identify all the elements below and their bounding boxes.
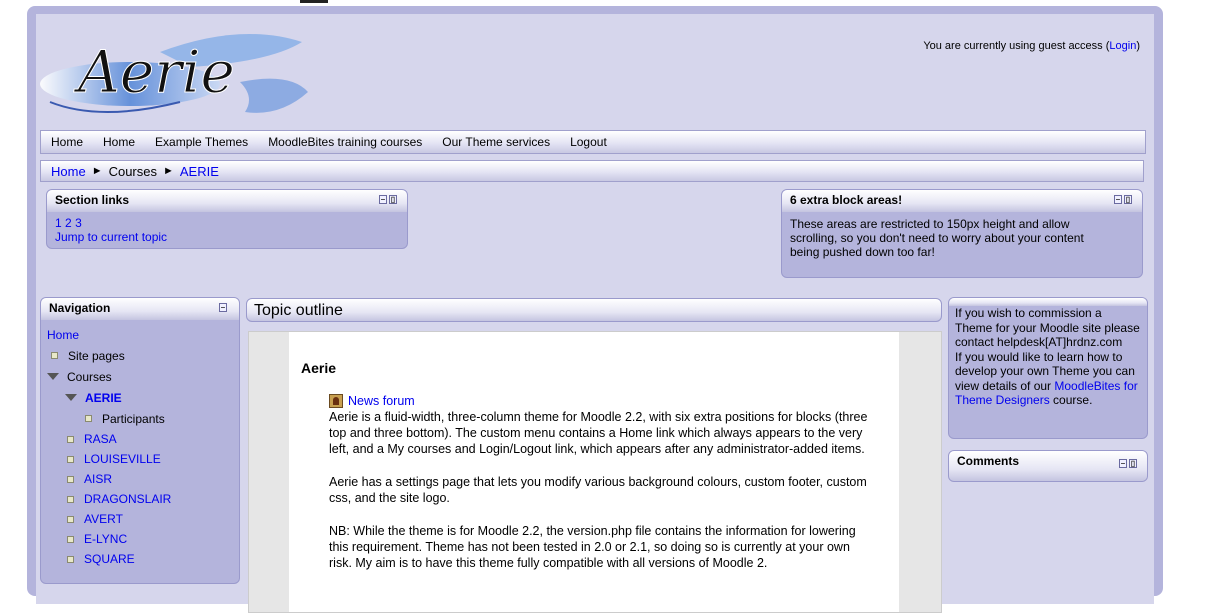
bullet-icon bbox=[67, 555, 74, 563]
nav-course-square[interactable]: SQUARE bbox=[84, 552, 135, 566]
extra-blocks-title: 6 extra block areas! bbox=[790, 193, 903, 207]
minimize-icon[interactable]: – bbox=[219, 303, 227, 312]
breadcrumb-courses[interactable]: Courses bbox=[109, 164, 157, 179]
nav-course-e-lync[interactable]: E-LYNC bbox=[84, 532, 127, 546]
minimize-icon[interactable]: – bbox=[1114, 195, 1122, 204]
menu-item-moodlebites[interactable]: MoodleBites training courses bbox=[258, 135, 432, 149]
nav-course-dragonslair[interactable]: DRAGONSLAIR bbox=[84, 492, 171, 506]
nav-aerie[interactable]: AERIE bbox=[85, 391, 122, 405]
dock-icon[interactable]: ▯ bbox=[1129, 459, 1137, 468]
bullet-icon bbox=[67, 515, 74, 523]
commission-text-1: If you wish to commission a Theme for yo… bbox=[955, 306, 1140, 349]
extra-blocks-text: These areas are restricted to 150px heig… bbox=[790, 217, 1084, 259]
block-controls[interactable]: – ▯ bbox=[379, 195, 397, 205]
minimize-icon[interactable]: – bbox=[1119, 459, 1127, 468]
page-inner: Aerie You are currently using guest acce… bbox=[36, 14, 1154, 613]
top-edge-mark bbox=[300, 0, 328, 3]
navigation-title: Navigation bbox=[49, 301, 111, 315]
section-summary: News forum Aerie is a fluid-width, three… bbox=[329, 393, 869, 588]
commission-header bbox=[949, 298, 1147, 306]
news-forum-activity[interactable]: News forum bbox=[329, 393, 869, 409]
section-links-content: 1 2 3 Jump to current topic bbox=[47, 212, 407, 248]
bullet-icon bbox=[85, 415, 92, 422]
commission-block: If you wish to commission a Theme for yo… bbox=[948, 297, 1148, 439]
bullet-icon bbox=[67, 475, 74, 483]
breadcrumb-separator: ► bbox=[163, 165, 174, 177]
nav-courses[interactable]: Courses bbox=[67, 370, 112, 384]
commission-text-3: course. bbox=[1049, 393, 1093, 407]
jump-to-current-topic[interactable]: Jump to current topic bbox=[55, 230, 167, 244]
section-link-2[interactable]: 2 bbox=[65, 216, 72, 230]
login-link[interactable]: Login bbox=[1109, 40, 1136, 52]
extra-blocks-info-block: 6 extra block areas! – ▯ These areas are … bbox=[781, 189, 1143, 278]
topic-wrapper: Aerie News forum Aerie is a fluid-width,… bbox=[248, 331, 942, 613]
menu-item-home[interactable]: Home bbox=[41, 135, 93, 149]
topic-section: Aerie News forum Aerie is a fluid-width,… bbox=[289, 332, 899, 612]
nav-course-avert[interactable]: AVERT bbox=[84, 512, 123, 526]
breadcrumb: Home ► Courses ► AERIE bbox=[40, 160, 1144, 182]
login-info: You are currently using guest access (Lo… bbox=[923, 40, 1140, 52]
block-controls[interactable]: – ▯ bbox=[1119, 459, 1137, 469]
section-link-3[interactable]: 3 bbox=[75, 216, 82, 230]
expand-triangle-icon[interactable] bbox=[47, 373, 59, 380]
comments-title: Comments bbox=[957, 454, 1020, 468]
breadcrumb-separator: ► bbox=[91, 165, 103, 177]
section-links-header: Section links – ▯ bbox=[47, 190, 407, 212]
dock-icon[interactable]: ▯ bbox=[389, 195, 397, 204]
custom-menu: Home Home Example Themes MoodleBites tra… bbox=[40, 130, 1146, 154]
nav-course-louiseville[interactable]: LOUISEVILLE bbox=[84, 452, 161, 466]
menu-item-theme-services[interactable]: Our Theme services bbox=[432, 135, 560, 149]
block-controls[interactable]: – ▯ bbox=[1114, 195, 1132, 205]
breadcrumb-current[interactable]: AERIE bbox=[180, 164, 219, 179]
bullet-icon bbox=[67, 435, 74, 443]
block-controls[interactable]: – bbox=[219, 303, 229, 313]
summary-paragraph: NB: While the theme is for Moodle 2.2, t… bbox=[329, 524, 856, 570]
navigation-tree: Home Site pages Courses AERIE Participan… bbox=[41, 320, 239, 569]
dock-icon[interactable]: ▯ bbox=[1124, 195, 1132, 204]
section-link-1[interactable]: 1 bbox=[55, 216, 62, 230]
login-suffix: ) bbox=[1136, 40, 1140, 52]
breadcrumb-home[interactable]: Home bbox=[51, 164, 86, 179]
minimize-icon[interactable]: – bbox=[379, 195, 387, 204]
news-forum-link[interactable]: News forum bbox=[348, 393, 415, 409]
navigation-header: Navigation – bbox=[41, 298, 239, 320]
nav-course-rasa[interactable]: RASA bbox=[84, 432, 117, 446]
login-prefix: You are currently using guest access ( bbox=[923, 40, 1110, 52]
forum-icon bbox=[329, 394, 343, 408]
menu-item-example-themes[interactable]: Example Themes bbox=[145, 135, 258, 149]
menu-item-logout[interactable]: Logout bbox=[560, 135, 617, 149]
page-frame: Aerie You are currently using guest acce… bbox=[27, 6, 1163, 613]
bullet-icon bbox=[67, 495, 74, 503]
bullet-icon bbox=[67, 455, 74, 463]
menu-item-home-2[interactable]: Home bbox=[93, 135, 145, 149]
logo-text: Aerie bbox=[73, 38, 235, 106]
summary-paragraph: Aerie has a settings page that lets you … bbox=[329, 475, 867, 505]
nav-course-aisr[interactable]: AISR bbox=[84, 472, 112, 486]
nav-home[interactable]: Home bbox=[47, 328, 79, 342]
nav-site-pages[interactable]: Site pages bbox=[68, 349, 125, 363]
nav-participants[interactable]: Participants bbox=[102, 412, 165, 426]
extra-blocks-header: 6 extra block areas! – ▯ bbox=[782, 190, 1142, 212]
summary-paragraph: Aerie is a fluid-width, three-column the… bbox=[329, 410, 868, 456]
commission-content: If you wish to commission a Theme for yo… bbox=[949, 306, 1147, 408]
section-links-block: Section links – ▯ 1 2 3 Jump to current t… bbox=[46, 189, 408, 249]
navigation-block: Navigation – Home Site pages Courses AER… bbox=[40, 297, 240, 584]
topic-outline-header: Topic outline bbox=[246, 298, 942, 322]
bullet-icon bbox=[51, 352, 58, 359]
comments-block: Comments – ▯ bbox=[948, 450, 1148, 482]
comments-header: Comments – ▯ bbox=[949, 451, 1147, 481]
expand-triangle-icon[interactable] bbox=[65, 394, 77, 401]
section-title: Aerie bbox=[301, 360, 337, 376]
section-links-title: Section links bbox=[55, 193, 130, 207]
site-logo[interactable]: Aerie bbox=[40, 22, 312, 128]
main-region: Topic outline Aerie News forum Aerie is … bbox=[246, 298, 942, 613]
bullet-icon bbox=[67, 535, 74, 543]
